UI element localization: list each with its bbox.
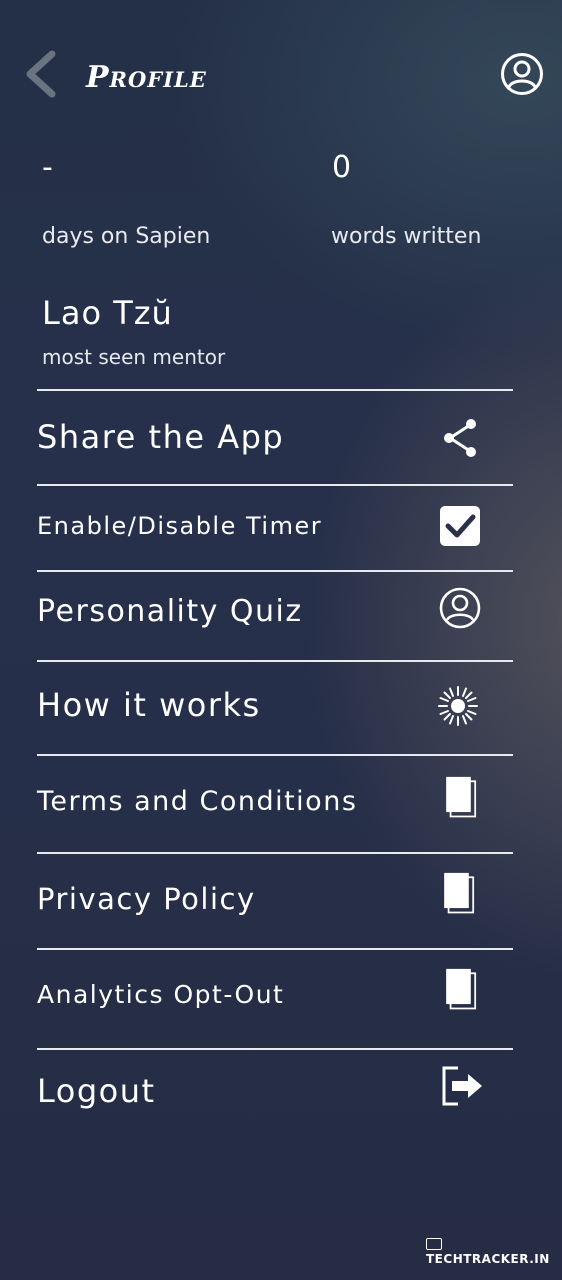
divider — [37, 852, 513, 854]
watermark-text: TECHTRACKER.IN — [426, 1252, 550, 1266]
sunburst-icon[interactable] — [436, 684, 480, 728]
watermark: TECHTRACKER.IN — [426, 1238, 562, 1266]
divider — [37, 660, 513, 662]
checkbox-checked-icon[interactable] — [438, 504, 482, 548]
divider — [37, 570, 513, 572]
divider — [37, 1048, 513, 1050]
words-value: 0 — [332, 150, 352, 185]
logout-icon[interactable] — [440, 1064, 484, 1108]
page-title: Profile — [86, 60, 207, 95]
menu-item-share-the-app[interactable]: Share the App — [37, 418, 284, 456]
menu-item-how-it-works[interactable]: How it works — [37, 686, 261, 724]
menu-item-terms-and-conditions[interactable]: Terms and Conditions — [37, 786, 357, 817]
mentor-label: most seen mentor — [42, 345, 226, 369]
share-icon[interactable] — [438, 416, 482, 460]
user-circle-icon[interactable] — [500, 52, 544, 96]
divider — [37, 484, 513, 486]
divider — [37, 948, 513, 950]
menu-item-logout[interactable]: Logout — [37, 1072, 156, 1110]
divider — [37, 754, 513, 756]
days-value: - — [42, 150, 53, 185]
menu-item-personality-quiz[interactable]: Personality Quiz — [37, 594, 303, 629]
menu-item-privacy-policy[interactable]: Privacy Policy — [37, 882, 256, 916]
browser-window-icon — [426, 1238, 442, 1250]
document-icon[interactable] — [438, 872, 482, 916]
menu-item-analytics-opt-out[interactable]: Analytics Opt-Out — [37, 980, 284, 1009]
chevron-left-icon[interactable] — [22, 50, 58, 98]
document-icon[interactable] — [440, 968, 484, 1012]
divider — [37, 389, 513, 391]
mentor-name: Lao Tzŭ — [42, 294, 173, 332]
days-label: days on Sapien — [42, 224, 211, 249]
words-label: words written — [331, 224, 482, 249]
document-icon[interactable] — [440, 776, 484, 820]
menu-item-enable-disable-timer[interactable]: Enable/Disable Timer — [37, 512, 322, 540]
user-circle-icon[interactable] — [438, 586, 482, 630]
